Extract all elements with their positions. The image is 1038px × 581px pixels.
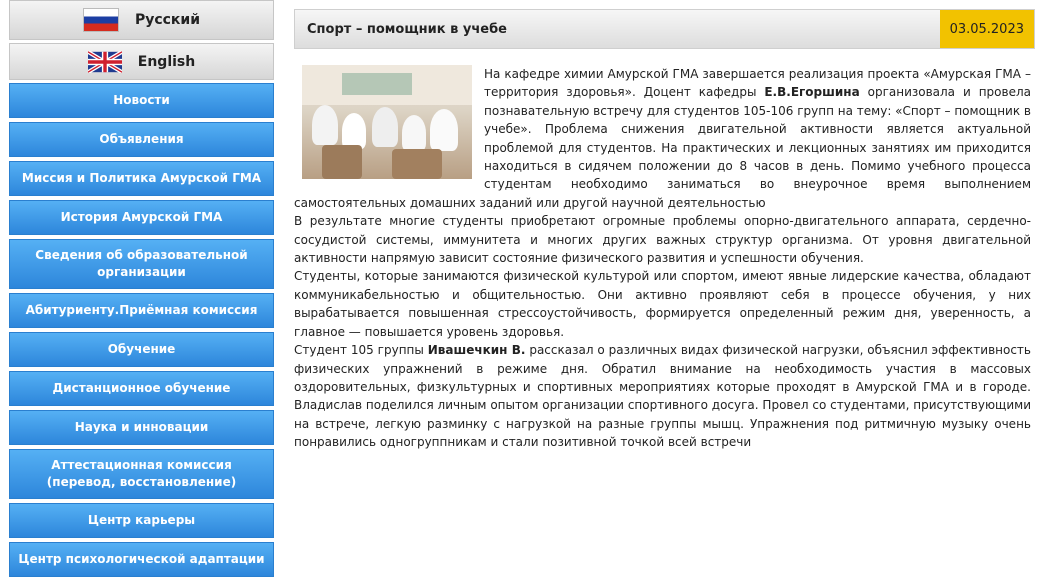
article-photo <box>302 65 472 179</box>
sidebar-item-psych-center[interactable]: Центр психологической адаптации <box>9 542 274 577</box>
language-english-button[interactable]: English <box>9 43 274 80</box>
sidebar-item-announcements[interactable]: Объявления <box>9 122 274 157</box>
article-header: Спорт – помощник в учебе 03.05.2023 <box>294 9 1035 49</box>
article-paragraph: Студенты, которые занимаются физической … <box>294 269 1031 339</box>
sidebar-item-education[interactable]: Обучение <box>9 332 274 367</box>
ru-flag-icon <box>82 8 119 32</box>
sidebar-item-science[interactable]: Наука и инновации <box>9 410 274 445</box>
language-label: Русский <box>134 12 201 28</box>
sidebar-item-career-center[interactable]: Центр карьеры <box>9 503 274 538</box>
article-paragraph: Студент 105 группы Ивашечкин В. рассказа… <box>294 343 1031 450</box>
article-paragraph: В результате многие студенты приобретают… <box>294 214 1031 266</box>
sidebar-item-mission[interactable]: Миссия и Политика Амурской ГМА <box>9 161 274 196</box>
article-date: 03.05.2023 <box>939 10 1034 48</box>
sidebar-item-history[interactable]: История Амурской ГМА <box>9 200 274 235</box>
language-russian-button[interactable]: Русский <box>9 0 274 40</box>
article-body: На кафедре химии Амурской ГМА завершаетс… <box>294 65 1035 452</box>
article-title: Спорт – помощник в учебе <box>307 21 507 37</box>
sidebar-item-distance-learning[interactable]: Дистанционное обучение <box>9 371 274 406</box>
sidebar: Русский English Новости Объявления Мисси… <box>9 0 274 581</box>
sidebar-item-attestation[interactable]: Аттестационная комиссия (перевод, восста… <box>9 449 274 499</box>
sidebar-item-news[interactable]: Новости <box>9 83 274 118</box>
article: Спорт – помощник в учебе 03.05.2023 На к… <box>294 9 1035 452</box>
language-label: English <box>137 53 196 70</box>
student-name: Ивашечкин В. <box>427 343 526 358</box>
sidebar-item-org-info[interactable]: Сведения об образовательной организации <box>9 239 274 289</box>
uk-flag-icon <box>87 50 122 73</box>
author-name: Е.В.Егоршина <box>764 85 860 100</box>
sidebar-item-admissions[interactable]: Абитуриенту.Приёмная комиссия <box>9 293 274 328</box>
